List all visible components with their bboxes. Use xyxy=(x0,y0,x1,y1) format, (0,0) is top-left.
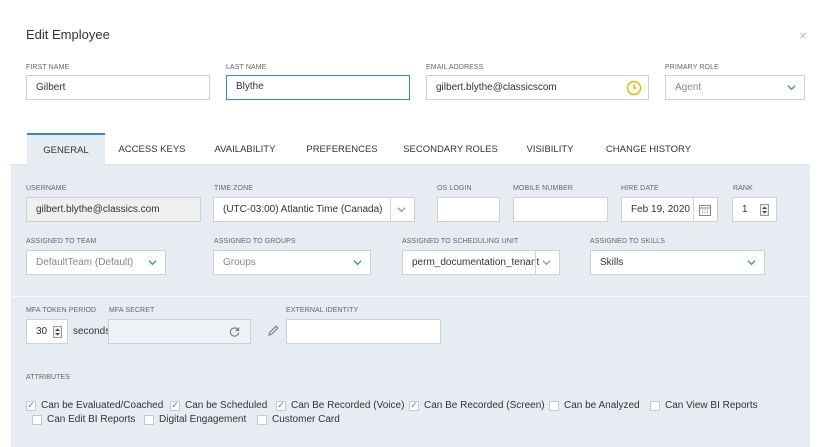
checkbox[interactable]: ✓ xyxy=(26,400,36,411)
chevron-down-icon xyxy=(747,260,756,266)
team-value: DefaultTeam (Default) xyxy=(36,257,134,268)
mobile-number-label: MOBILE NUMBER xyxy=(513,185,574,192)
rank-label: RANK xyxy=(733,185,753,192)
scheduling-unit-value: perm_documentation_tenant xyxy=(412,257,540,268)
chevron-down-icon xyxy=(542,260,551,266)
time-zone-label: TIME ZONE xyxy=(214,185,254,192)
skills-label: ASSIGNED TO SKILLS xyxy=(590,238,666,245)
checkbox[interactable]: ✓ xyxy=(276,400,286,411)
external-identity-field[interactable] xyxy=(286,319,441,344)
email-field[interactable]: gilbert.blythe@classicscom xyxy=(426,75,649,100)
groups-placeholder: Groups xyxy=(223,257,256,268)
email-value: gilbert.blythe@classicscom xyxy=(436,82,557,93)
primary-role-label: PRIMARY ROLE xyxy=(665,64,719,71)
rank-value: 1 xyxy=(742,204,748,215)
last-name-label: LAST NAME xyxy=(226,64,267,71)
mfa-token-period-value: 30 xyxy=(36,326,48,337)
tab-general[interactable]: GENERAL xyxy=(27,133,105,165)
mfa-secret-field[interactable] xyxy=(108,319,251,344)
time-zone-select[interactable]: (UTC-03:00) Atlantic Time (Canada) xyxy=(213,197,415,222)
chevron-down-icon xyxy=(148,260,157,266)
rank-stepper[interactable]: 1 xyxy=(732,197,777,222)
attr-can-be-evaluated[interactable]: ✓ Can be Evaluated/Coached xyxy=(26,400,163,411)
section-divider xyxy=(11,296,810,297)
team-label: ASSIGNED TO TEAM xyxy=(26,238,97,245)
attr-can-view-bi-reports[interactable]: Can View BI Reports xyxy=(650,400,758,411)
mfa-secret-label: MFA SECRET xyxy=(109,307,155,314)
attr-can-be-scheduled[interactable]: ✓ Can be Scheduled xyxy=(170,400,267,411)
chevron-down-icon xyxy=(397,207,406,213)
scheduling-unit-select[interactable]: perm_documentation_tenant xyxy=(402,250,560,275)
attr-can-be-analyzed[interactable]: Can be Analyzed xyxy=(549,400,640,411)
calendar-icon[interactable] xyxy=(699,204,711,216)
mfa-token-period-stepper[interactable]: 30 xyxy=(26,319,68,344)
checkbox[interactable] xyxy=(32,414,42,425)
stepper-arrows-icon[interactable] xyxy=(760,204,769,216)
attr-customer-card[interactable]: Customer Card xyxy=(257,414,340,425)
pencil-icon[interactable] xyxy=(267,324,280,337)
stepper-arrows-icon[interactable] xyxy=(53,326,62,338)
tab-change-history[interactable]: CHANGE HISTORY xyxy=(602,133,695,165)
scheduling-unit-label: ASSIGNED TO SCHEDULING UNIT xyxy=(402,238,519,245)
first-name-value: Gilbert xyxy=(36,82,66,93)
username-label: USERNAME xyxy=(26,185,67,192)
close-icon[interactable]: × xyxy=(799,28,807,43)
attributes-label: ATTRIBUTES xyxy=(26,374,71,381)
primary-role-select[interactable]: Agent xyxy=(665,75,805,100)
chevron-down-icon xyxy=(353,260,362,266)
attr-digital-engagement[interactable]: Digital Engagement xyxy=(144,414,246,425)
chevron-down-icon xyxy=(787,85,796,91)
last-name-value: Blythe xyxy=(236,81,264,92)
checkbox[interactable]: ✓ xyxy=(170,400,180,411)
tab-access-keys[interactable]: ACCESS KEYS xyxy=(115,133,189,165)
primary-role-value: Agent xyxy=(675,82,702,93)
first-name-label: FIRST NAME xyxy=(26,64,70,71)
checkbox[interactable] xyxy=(650,400,660,411)
attr-can-be-recorded-screen[interactable]: ✓ Can Be Recorded (Screen) xyxy=(409,400,545,411)
hire-date-value: Feb 19, 2020 xyxy=(631,204,690,215)
first-name-field[interactable]: Gilbert xyxy=(26,75,210,100)
groups-select[interactable]: Groups xyxy=(213,250,371,275)
tab-bar: GENERAL ACCESS KEYS AVAILABILITY PREFERE… xyxy=(11,133,810,165)
attr-can-be-recorded-voice[interactable]: ✓ Can Be Recorded (Voice) xyxy=(276,400,404,411)
tab-secondary-roles[interactable]: SECONDARY ROLES xyxy=(403,133,498,165)
groups-label: ASSIGNED TO GROUPS xyxy=(214,238,296,245)
skills-value: Skills xyxy=(600,257,624,268)
username-value: gilbert.blythe@classics.com xyxy=(36,204,160,215)
email-label: EMAIL ADDRESS xyxy=(426,64,484,71)
tab-availability[interactable]: AVAILABILITY xyxy=(210,133,280,165)
refresh-icon[interactable] xyxy=(229,326,240,337)
team-select[interactable]: DefaultTeam (Default) xyxy=(26,250,166,275)
time-zone-value: (UTC-03:00) Atlantic Time (Canada) xyxy=(223,204,383,215)
tab-preferences[interactable]: PREFERENCES xyxy=(305,133,379,165)
clock-icon[interactable] xyxy=(626,80,642,96)
dialog-title: Edit Employee xyxy=(26,27,110,42)
attr-can-edit-bi-reports[interactable]: Can Edit BI Reports xyxy=(32,414,135,425)
last-name-field[interactable]: Blythe xyxy=(226,75,410,100)
os-login-field[interactable] xyxy=(437,197,500,222)
mfa-token-period-label: MFA TOKEN PERIOD xyxy=(26,307,97,314)
checkbox[interactable] xyxy=(144,414,154,425)
checkbox[interactable] xyxy=(257,414,267,425)
os-login-label: OS LOGIN xyxy=(437,185,472,192)
external-identity-label: EXTERNAL IDENTITY xyxy=(286,307,359,314)
checkbox[interactable] xyxy=(549,400,559,411)
hire-date-label: HIRE DATE xyxy=(621,185,659,192)
seconds-unit: seconds xyxy=(73,326,111,337)
hire-date-field[interactable]: Feb 19, 2020 xyxy=(621,197,718,222)
skills-select[interactable]: Skills xyxy=(590,250,765,275)
username-field[interactable]: gilbert.blythe@classics.com xyxy=(26,197,201,222)
checkbox[interactable]: ✓ xyxy=(409,400,419,411)
tab-visibility[interactable]: VISIBILITY xyxy=(522,133,578,165)
mobile-number-field[interactable] xyxy=(513,197,608,222)
